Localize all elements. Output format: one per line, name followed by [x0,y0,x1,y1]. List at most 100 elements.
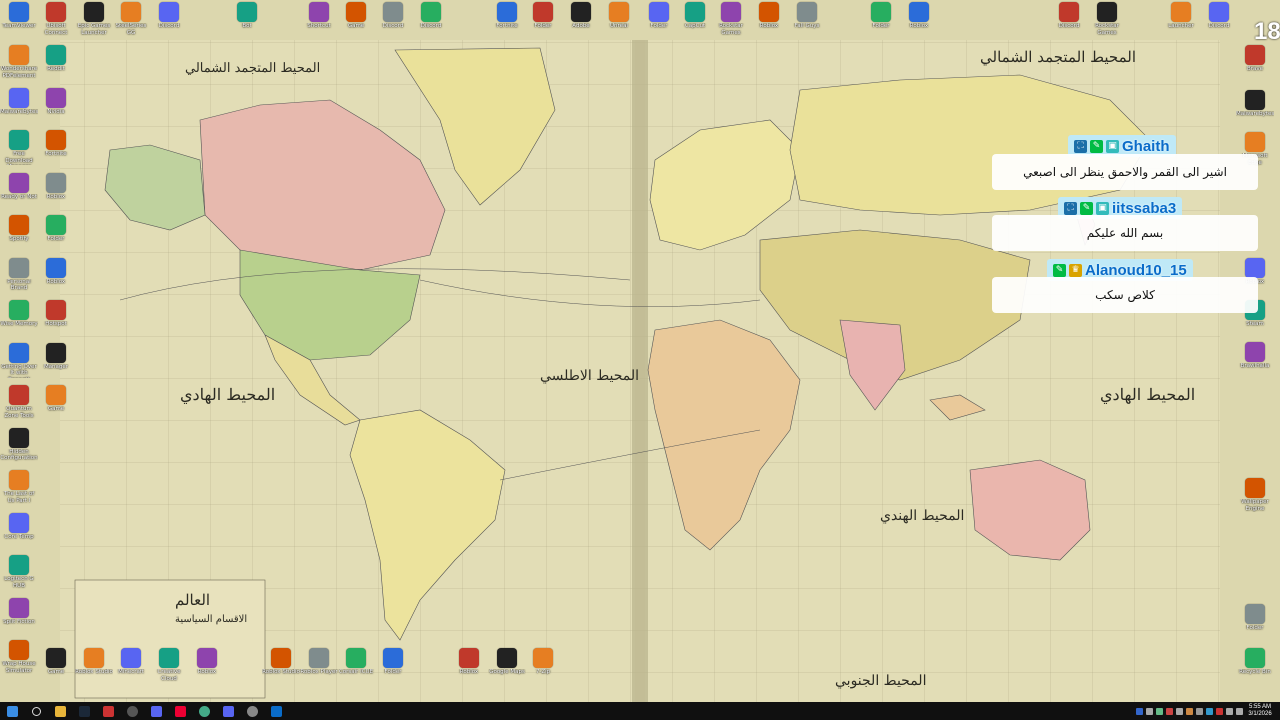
desktop-shortcut-label: Reddit [47,66,65,72]
desktop-shortcut-label: Roblox Player [300,669,338,675]
desktop-shortcut[interactable]: Adobe [562,2,600,42]
app-icon [9,45,29,65]
desktop-shortcut[interactable]: Fortnite [37,130,75,170]
desktop-shortcut[interactable]: Roblox [450,648,488,688]
start-button[interactable] [0,702,24,720]
desktop-shortcut[interactable]: Creative Cloud [150,648,188,688]
desktop-shortcut[interactable]: Google Maps [488,648,526,688]
desktop-shortcut[interactable]: Malwarebytes [1236,90,1274,130]
desktop-shortcut[interactable]: Recycle Bin [1236,648,1274,688]
tray-icon[interactable] [1166,707,1173,715]
desktop-shortcut[interactable]: Roblox [900,2,938,42]
desktop-shortcut[interactable]: Bot [228,2,266,42]
desktop-shortcut[interactable]: Quantum Zone Tools [0,385,38,425]
desktop-shortcut[interactable]: Rockstar Games [1088,2,1126,42]
taskbar-app-streamlabs[interactable] [96,702,120,720]
desktop-shortcut[interactable]: Game [37,385,75,425]
desktop-shortcut[interactable]: Folder [640,2,678,42]
tray-icon[interactable] [1136,707,1143,715]
desktop-shortcut[interactable]: Split Fiction [0,597,38,638]
desktop-shortcut[interactable]: Wondershare PDFelement [0,45,38,85]
desktop-shortcut[interactable]: Fortnite [488,2,526,42]
taskbar-app-discord[interactable] [144,702,168,720]
tray-icon[interactable] [1186,707,1193,715]
taskbar-app-steam[interactable] [72,702,96,720]
taskbar-app-explorer[interactable] [48,702,72,720]
desktop-shortcut[interactable]: Spotify [0,215,38,255]
desktop-shortcut[interactable]: Roblox [750,2,788,42]
desktop-shortcut[interactable]: Epic Games Launcher [75,2,113,42]
desktop-shortcut[interactable]: Manager [37,342,75,383]
desktop-shortcut[interactable]: Personal Brand [0,257,38,298]
desktop-shortcut[interactable]: Malwarebytes [0,87,38,128]
tray-icon[interactable] [1176,707,1183,715]
taskbar-app-store[interactable] [264,702,288,720]
desktop-shortcut[interactable]: Hotspot [37,300,75,340]
desktop-shortcut[interactable]: CapCut [676,2,714,42]
desktop-shortcut[interactable]: Discord [374,2,412,42]
desktop-shortcut[interactable]: Free Download Manager [0,130,38,170]
desktop-shortcut[interactable]: TeamViewer [0,2,38,42]
desktop-shortcut[interactable]: Roblox [37,257,75,298]
desktop-shortcut[interactable]: Corsair iCUE [337,648,375,688]
search-button[interactable] [24,702,48,720]
desktop-shortcut[interactable]: Launcher [1162,2,1200,42]
desktop-shortcut[interactable]: Game [37,648,75,688]
desktop-shortcut[interactable]: Fall Guys [788,2,826,42]
app-icon [9,87,29,108]
desktop-shortcut[interactable]: Roblox Player [300,648,338,688]
taskbar-app-chrome[interactable] [192,702,216,720]
desktop-shortcut[interactable]: Ubisoft Connect [37,2,75,42]
desktop-shortcut[interactable]: Wrap House Simulator [0,640,38,680]
desktop-shortcut[interactable]: Folder [862,2,900,42]
app-icon [871,2,891,22]
desktop-shortcut[interactable]: Roblox Studio [262,648,300,688]
desktop-shortcut[interactable]: SteelSeries GG [112,2,150,42]
desktop-shortcut[interactable]: Core Temp [0,512,38,553]
desktop-shortcut[interactable]: Folder [374,648,412,688]
tray-icon[interactable] [1146,707,1153,715]
desktop-shortcut[interactable]: Folder [37,215,75,255]
desktop-shortcut[interactable]: Game [337,2,375,42]
desktop-shortcut[interactable]: Rockstar Games [712,2,750,42]
desktop-shortcut[interactable]: The Last of Us Part I [0,470,38,510]
desktop-shortcut[interactable]: Wise Memory [0,300,38,340]
tray-icon[interactable] [1206,707,1213,715]
desktop-shortcut-label: Roblox [759,23,779,29]
app-icon [421,2,441,22]
taskbar-app-settings[interactable] [240,702,264,720]
desktop-shortcut[interactable]: Minecraft [112,648,150,688]
clock[interactable]: 5:55 AM 3/1/2026 [1246,704,1274,718]
desktop-shortcut[interactable]: Roblox [37,172,75,213]
desktop-shortcut[interactable]: Discord [150,2,188,42]
wifi-icon[interactable] [1226,707,1233,715]
app-icon [346,648,366,668]
desktop-shortcut[interactable]: Discord [412,2,450,42]
desktop-shortcut[interactable]: Logitech G HUB [0,555,38,595]
desktop-shortcut[interactable]: Roblox [188,648,226,688]
desktop-shortcut-label: Ready or Not [1,193,37,200]
tray-icon[interactable] [1196,707,1203,715]
desktop-shortcut[interactable]: Unreal [600,2,638,42]
desktop-shortcut[interactable]: Folder [524,2,562,42]
taskbar-app-obs[interactable] [120,702,144,720]
desktop-shortcut[interactable]: Brawlhalla [1236,342,1274,382]
desktop-shortcut[interactable]: Reddit [37,45,75,85]
desktop-shortcut[interactable]: Discord [1050,2,1088,42]
desktop-shortcut[interactable]: 7-Zip [524,648,562,688]
taskbar-app-adobe[interactable] [168,702,192,720]
desktop-shortcut[interactable]: Discord [1200,2,1238,42]
desktop-shortcut[interactable]: Ready or Not [0,172,38,213]
desktop-shortcut[interactable]: Nvidia [37,87,75,128]
desktop-shortcut[interactable]: Brave [1236,45,1274,85]
tray-icon[interactable] [1216,707,1223,715]
desktop-shortcut[interactable]: Hidden Configuration [0,427,38,468]
desktop-shortcut[interactable]: Wallpaper Engine [1236,478,1274,518]
desktop-shortcut[interactable]: Shortcut [300,2,338,42]
tray-icon[interactable] [1156,707,1163,715]
desktop-shortcut[interactable]: Getting Over It with Bennett [0,342,38,383]
taskbar-app-discord-2[interactable] [216,702,240,720]
desktop-shortcut[interactable]: Folder [1236,604,1274,644]
volume-icon[interactable] [1236,707,1243,715]
desktop-shortcut[interactable]: Roblox Studio [75,648,113,688]
